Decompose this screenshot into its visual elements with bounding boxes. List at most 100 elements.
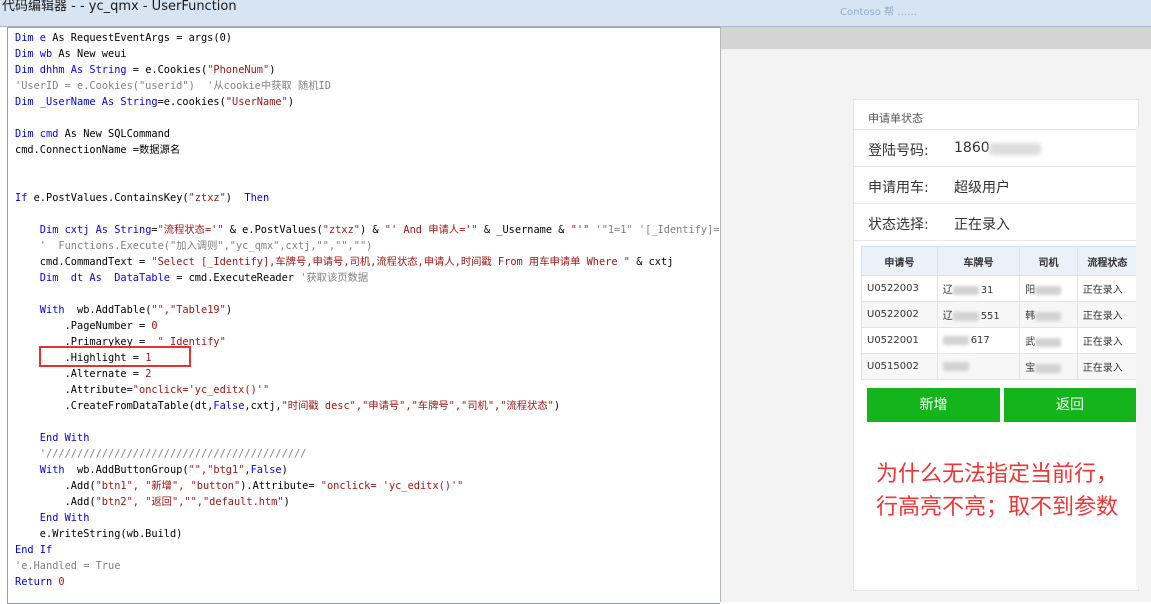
code-line[interactable]: Dim dhhm As String = e.Cookies("PhoneNum… — [15, 62, 720, 78]
table-row[interactable]: U0522003 辽 31 阳 正在录入 — [861, 275, 1139, 302]
field-label: 登陆号码: — [868, 143, 929, 159]
code-line[interactable] — [15, 158, 720, 174]
window-title-right: Contoso 帮 …… — [840, 7, 918, 18]
cell-text: 617 — [970, 335, 990, 346]
code-line[interactable]: Dim cxtj As String="流程状态='" & e.PostValu… — [15, 222, 720, 238]
code-line[interactable]: Dim dt As DataTable = cmd.ExecuteReader … — [15, 270, 720, 286]
code-line[interactable]: Dim e As RequestEventArgs = args(0) — [15, 30, 720, 46]
preview-pane: 申请单状态 登陆号码: 1860 申请用车: 超级用户 状态选择: 正在录入 申… — [720, 27, 1151, 602]
blurred-redaction — [1035, 311, 1062, 321]
data-table: 申请号 车牌号 司机 流程状态 U0522003 辽 31 阳正在录入 U0522002… — [861, 246, 1139, 380]
code-token: As RequestEventArgs = args(0) — [52, 32, 232, 44]
code-editor[interactable]: Dim e As RequestEventArgs = args(0) Dim w… — [7, 27, 720, 604]
code-token: ) — [225, 192, 245, 204]
code-line[interactable] — [15, 174, 720, 190]
code-line[interactable] — [15, 414, 720, 430]
code-token: "btn1", "新增", "button" — [95, 480, 241, 492]
blurred-redaction — [942, 335, 969, 345]
code-line[interactable]: .Alternate = 2 — [15, 366, 720, 382]
code-token: '///////////////////////////////////////… — [15, 448, 307, 460]
code-token: If — [15, 192, 34, 204]
table-row[interactable]: U0515002 宝 正在录入 — [861, 353, 1139, 380]
code-token: Dim e — [15, 32, 53, 44]
field-value: 正在录入 — [954, 217, 1010, 233]
code-token: "onclick= 'yc_editx()'" — [320, 480, 464, 492]
code-line[interactable]: cmd.CommandText = "Select [_Identify],车牌… — [15, 254, 720, 270]
code-text[interactable]: Dim e As RequestEventArgs = args(0) Dim w… — [15, 30, 720, 590]
code-line[interactable]: ' Functions.Execute("加入调则","yc_qmx",cxtj… — [15, 238, 720, 254]
code-line[interactable]: Dim wb As New weui — [15, 46, 720, 62]
field-apply-car[interactable]: 申请用车: 超级用户 — [854, 167, 1138, 204]
blurred-redaction — [942, 361, 969, 371]
cell-text: 辽 — [942, 311, 953, 322]
code-line[interactable]: End With — [15, 430, 720, 446]
code-line[interactable] — [15, 206, 720, 222]
code-line[interactable] — [15, 286, 720, 302]
code-token: ) — [225, 304, 233, 316]
code-line[interactable]: .Add("btn1", "新增", "button").Attribute= … — [15, 478, 720, 494]
code-token: ) — [287, 96, 295, 108]
code-token: "流程状态='" — [157, 224, 224, 236]
code-token: cmd.ConnectionName =数据源名 — [15, 144, 181, 156]
field-login-number[interactable]: 登陆号码: 1860 — [854, 130, 1138, 167]
code-token: = cmd.ExecuteReader — [170, 272, 301, 284]
column-header[interactable]: 车牌号 — [936, 246, 1021, 276]
cell-text: 正在录入 — [1082, 285, 1123, 296]
code-line[interactable]: With wb.AddButtonGroup("","btg1",False) — [15, 462, 720, 478]
code-token: ) — [283, 496, 290, 508]
code-line[interactable]: Dim cmd As New SQLCommand — [15, 126, 720, 142]
cell-text: U0522001 — [867, 335, 919, 346]
code-token: ' Functions.Execute("加入调则","yc_qmx",cxtj… — [15, 240, 373, 252]
code-token: "","Table19" — [151, 304, 226, 316]
code-line[interactable]: 'e.Handled = True — [15, 558, 720, 574]
code-token: & e.PostValues( — [223, 224, 323, 236]
code-token: String — [89, 64, 127, 76]
code-token: "","btg1" — [188, 464, 245, 476]
column-header[interactable]: 流程状态 — [1076, 246, 1139, 276]
code-line[interactable]: End If — [15, 542, 720, 558]
code-line[interactable]: .Add("btn2", "返回","","default.htm") — [15, 494, 720, 510]
code-line[interactable]: Return 0 — [15, 574, 720, 590]
form-card: 申请单状态 登陆号码: 1860 申请用车: 超级用户 状态选择: 正在录入 申… — [853, 99, 1139, 591]
table-cell: 武 — [1019, 327, 1078, 354]
table-cell: 韩 — [1019, 301, 1078, 328]
code-token: Dim dhhm — [15, 64, 71, 76]
code-line[interactable] — [15, 110, 720, 126]
cell-text: 正在录入 — [1082, 337, 1123, 348]
code-token: & cxtj — [630, 256, 674, 268]
code-line[interactable]: cmd.ConnectionName =数据源名 — [15, 142, 720, 158]
code-token: "UserName" — [225, 96, 288, 108]
blurred-redaction — [952, 285, 979, 295]
code-line[interactable]: 'UserID = e.Cookies("userid") '从cookie中获… — [15, 78, 720, 94]
code-token: .Add( — [15, 480, 96, 492]
code-token: End If — [15, 544, 53, 556]
code-token: wb.AddButtonGroup( — [77, 464, 189, 476]
column-header[interactable]: 司机 — [1019, 246, 1078, 276]
add-button[interactable]: 新增 — [867, 388, 1000, 422]
code-token: As New weui — [58, 48, 127, 60]
code-token: "onclick='yc_editx()'" — [132, 384, 270, 396]
table-cell: 辽 31 — [936, 275, 1021, 302]
code-line[interactable]: If e.PostValues.ContainsKey("ztxz") Then — [15, 190, 720, 206]
field-status-select[interactable]: 状态选择: 正在录入 — [854, 204, 1138, 241]
blurred-redaction — [989, 143, 1041, 155]
code-token: "btn2", "返回","","default.htm" — [95, 496, 284, 508]
column-header[interactable]: 申请号 — [861, 246, 938, 276]
table-row[interactable]: U0522001 617 武 正在录入 — [861, 327, 1139, 354]
code-token: With — [15, 464, 77, 476]
code-token: As String — [95, 224, 152, 236]
cell-text: U0515002 — [867, 361, 919, 372]
table-row[interactable]: U0522002 辽 551 韩 正在录入 — [861, 301, 1139, 328]
code-line[interactable]: .Attribute="onclick='yc_editx()'" — [15, 382, 720, 398]
code-line[interactable]: End With — [15, 510, 720, 526]
code-token: .Attribute= — [15, 384, 133, 396]
code-token: .PageNumber = — [15, 320, 152, 332]
code-line[interactable]: e.WriteString(wb.Build) — [15, 526, 720, 542]
code-line[interactable]: With wb.AddTable("","Table19") — [15, 302, 720, 318]
code-line[interactable]: Dim _UserName As String=e.cookies("UserN… — [15, 94, 720, 110]
back-button[interactable]: 返回 — [1004, 388, 1136, 422]
cell-text: 正在录入 — [1082, 311, 1123, 322]
code-line[interactable]: .CreateFromDataTable(dt,False,cxtj,"时间戳 … — [15, 398, 720, 414]
code-line[interactable]: .PageNumber = 0 — [15, 318, 720, 334]
code-line[interactable]: '///////////////////////////////////////… — [15, 446, 720, 462]
